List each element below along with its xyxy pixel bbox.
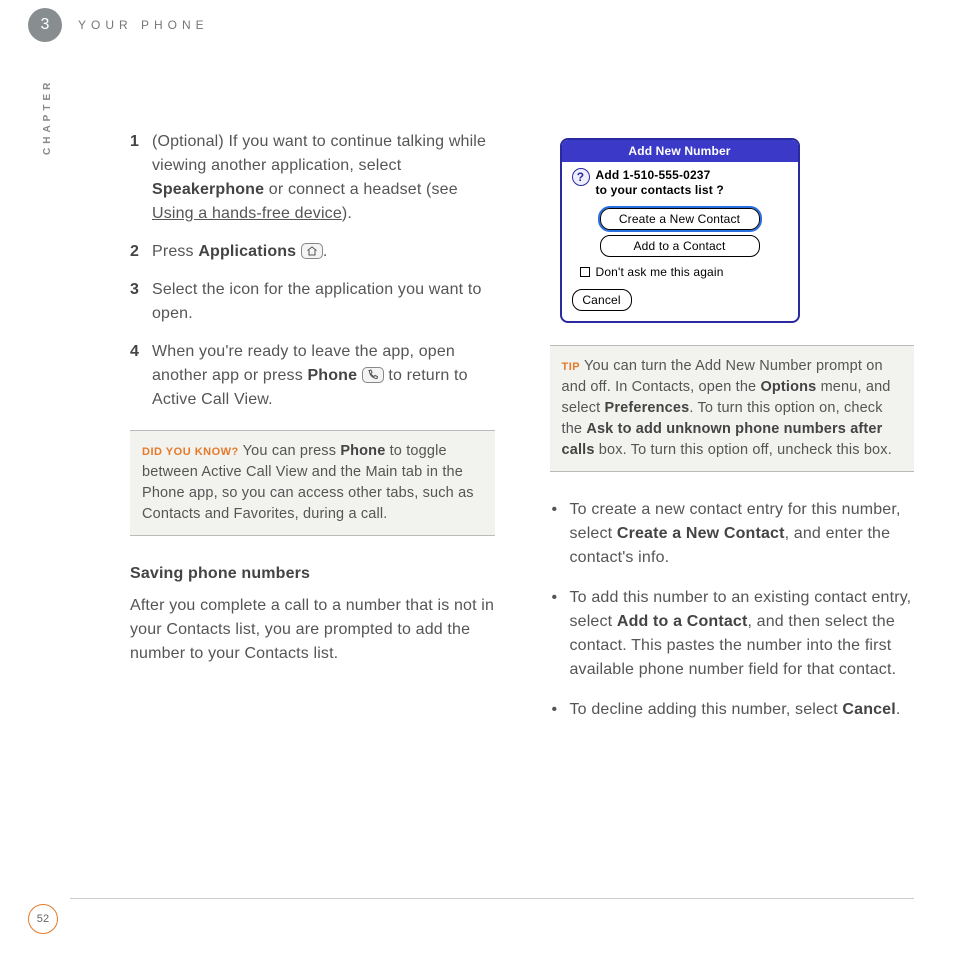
page-content: 1 (Optional) If you want to continue tal… <box>130 130 914 864</box>
chapter-number: 3 <box>40 13 49 37</box>
dont-ask-checkbox[interactable]: Don't ask me this again <box>580 263 788 281</box>
link-hands-free[interactable]: Using a hands-free device <box>152 205 342 222</box>
chapter-side-label: CHAPTER <box>40 79 55 155</box>
cancel-button[interactable]: Cancel <box>572 289 632 311</box>
step-number: 2 <box>130 240 152 264</box>
add-to-contact-button[interactable]: Add to a Contact <box>600 235 760 257</box>
list-item: To create a new contact entry for this n… <box>550 498 915 570</box>
step-text: When you're ready to leave the app, open… <box>152 340 495 412</box>
dialog-title: Add New Number <box>562 140 798 162</box>
step-number: 4 <box>130 340 152 412</box>
step-text: Select the icon for the application you … <box>152 278 495 326</box>
callout-lead: DID YOU KNOW? <box>142 446 239 458</box>
dialog-body: ? Add 1-510-555-0237 to your contacts li… <box>562 162 798 321</box>
step-text: Press Applications . <box>152 240 495 264</box>
left-column: 1 (Optional) If you want to continue tal… <box>130 130 495 864</box>
running-head: YOUR PHONE <box>78 16 209 34</box>
question-icon: ? <box>572 168 590 186</box>
dialog-message: ? Add 1-510-555-0237 to your contacts li… <box>572 168 788 198</box>
callout-lead: TIP <box>562 361 581 373</box>
list-item: To add this number to an existing contac… <box>550 586 915 682</box>
page-number: 52 <box>28 904 58 934</box>
did-you-know-callout: DID YOU KNOW? You can press Phone to tog… <box>130 430 495 536</box>
list-item: To decline adding this number, select Ca… <box>550 698 915 722</box>
tip-callout: TIP You can turn the Add New Number prom… <box>550 345 915 472</box>
checkbox-icon <box>580 267 590 277</box>
add-number-dialog: Add New Number ? Add 1-510-555-0237 to y… <box>560 138 800 323</box>
create-new-contact-button[interactable]: Create a New Contact <box>600 208 760 230</box>
step-number: 3 <box>130 278 152 326</box>
paragraph: After you complete a call to a number th… <box>130 594 495 666</box>
subheading-saving: Saving phone numbers <box>130 562 495 586</box>
applications-key-icon <box>301 243 323 259</box>
step-2: 2 Press Applications . <box>130 240 495 264</box>
step-4: 4 When you're ready to leave the app, op… <box>130 340 495 412</box>
step-text: (Optional) If you want to continue talki… <box>152 130 495 226</box>
chapter-number-badge: 3 <box>28 8 62 42</box>
footer-rule <box>70 898 914 899</box>
step-1: 1 (Optional) If you want to continue tal… <box>130 130 495 226</box>
phone-key-icon <box>362 367 384 383</box>
step-number: 1 <box>130 130 152 226</box>
right-column: Add New Number ? Add 1-510-555-0237 to y… <box>550 130 915 864</box>
bullet-list: To create a new contact entry for this n… <box>550 498 915 722</box>
step-3: 3 Select the icon for the application yo… <box>130 278 495 326</box>
